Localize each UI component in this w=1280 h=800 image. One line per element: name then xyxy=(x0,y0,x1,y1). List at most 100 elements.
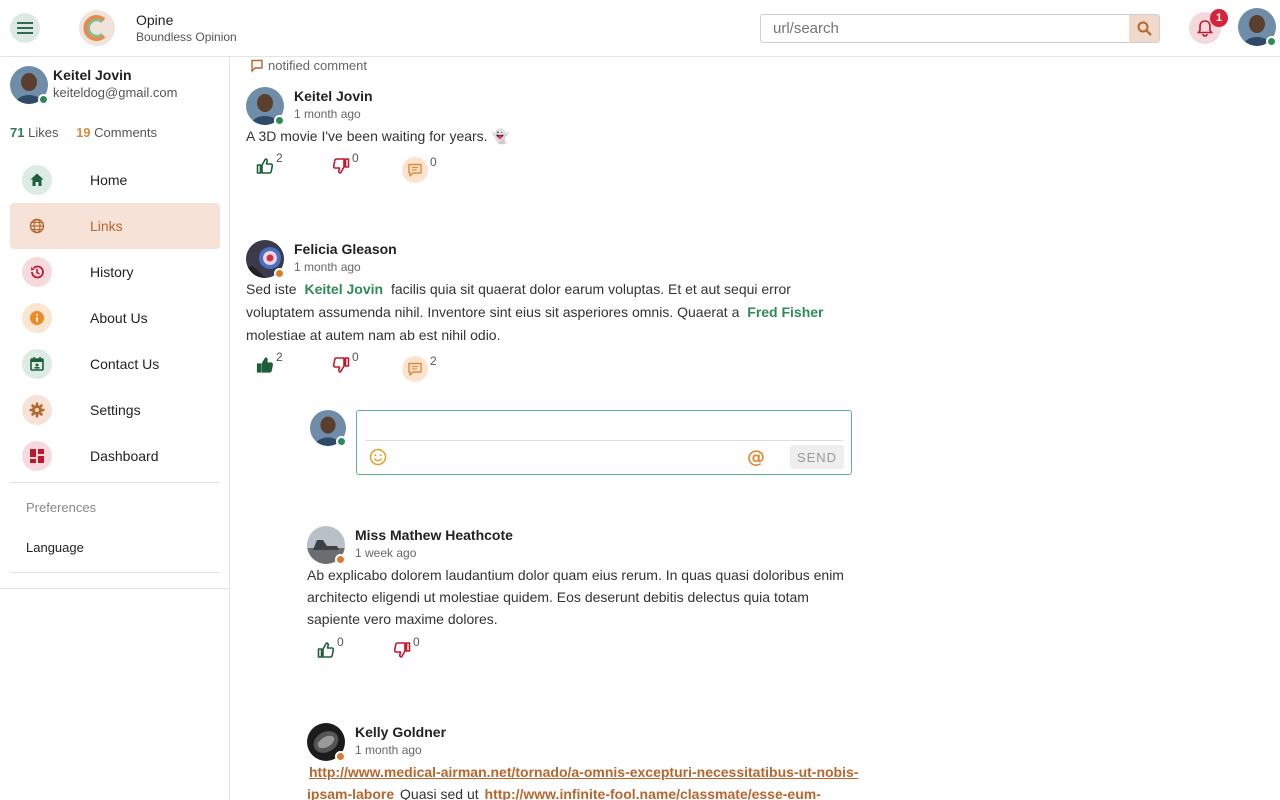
like-count: 2 xyxy=(276,350,283,364)
online-status-dot xyxy=(336,436,347,447)
author-avatar[interactable] xyxy=(307,526,346,565)
user-mention[interactable]: Keitel Jovin xyxy=(300,281,387,297)
body-text: Quasi sed ut xyxy=(400,786,479,800)
dashboard-icon xyxy=(22,441,52,471)
search-button[interactable] xyxy=(1129,15,1159,42)
thumbs-up-filled-icon xyxy=(256,357,273,373)
send-button[interactable]: SEND xyxy=(790,445,844,469)
sidebar-item-contact-us[interactable]: Contact Us xyxy=(10,341,220,387)
online-status-dot xyxy=(1266,36,1277,47)
sidebar: Keitel Jovin keiteldog@gmail.com 71 Like… xyxy=(0,57,230,800)
sidebar-item-label: Settings xyxy=(90,402,141,418)
dislike-count: 0 xyxy=(352,151,359,165)
like-count: 0 xyxy=(337,635,344,649)
online-status-dot xyxy=(38,94,49,105)
post-body: A 3D movie I've been waiting for years. … xyxy=(246,128,509,144)
thumbs-down-icon xyxy=(332,357,350,373)
comment-icon xyxy=(402,356,428,382)
post-actions: 2 0 2 xyxy=(254,350,554,386)
sidebar-item-links[interactable]: Links xyxy=(10,203,220,249)
comment-flag-icon xyxy=(251,59,263,73)
post-time: 1 week ago xyxy=(355,546,417,560)
dislike-count: 0 xyxy=(413,635,420,649)
home-icon xyxy=(22,165,52,195)
profile-avatar[interactable] xyxy=(10,66,49,105)
author-name[interactable]: Keitel Jovin xyxy=(294,88,373,104)
logo-icon xyxy=(83,15,106,41)
comment-feed: notified comment Keitel Jovin 1 month ag… xyxy=(230,57,1280,800)
reply-avatar xyxy=(310,410,347,447)
account-avatar[interactable] xyxy=(1238,8,1277,47)
sidebar-divider xyxy=(10,482,220,483)
author-name[interactable]: Felicia Gleason xyxy=(294,241,397,257)
profile-stats: 71 Likes 19 Comments xyxy=(10,125,157,140)
search-input[interactable] xyxy=(761,15,1129,42)
history-icon xyxy=(22,257,52,287)
comment-button[interactable]: 0 xyxy=(402,155,437,183)
app-logo[interactable] xyxy=(79,10,115,46)
comment-count: 0 xyxy=(430,155,437,169)
post-body: Ab explicabo dolorem laudantium dolor qu… xyxy=(307,567,844,627)
sidebar-item-about-us[interactable]: About Us xyxy=(10,295,220,341)
dislike-button[interactable]: 0 xyxy=(393,635,420,659)
user-mention[interactable]: Fred Fisher xyxy=(743,304,827,320)
thumbs-up-icon xyxy=(256,158,274,174)
thumbs-up-icon xyxy=(317,642,335,658)
at-sign-icon: @ xyxy=(747,447,765,468)
sidebar-nav: Home Links History About Us Contact Us S… xyxy=(10,157,220,479)
sidebar-divider xyxy=(10,572,220,573)
post-body: Sed iste Keitel Jovin facilis quia sit q… xyxy=(246,278,846,347)
comment-button[interactable]: 2 xyxy=(402,354,437,382)
search-bar xyxy=(760,14,1160,43)
reply-composer: @ SEND xyxy=(356,410,852,475)
comments-count: 19 xyxy=(76,125,91,140)
mention-button[interactable]: @ xyxy=(747,447,765,468)
sidebar-item-label: About Us xyxy=(90,310,148,326)
sidebar-item-home[interactable]: Home xyxy=(10,157,220,203)
sidebar-item-history[interactable]: History xyxy=(10,249,220,295)
author-name[interactable]: Kelly Goldner xyxy=(355,724,446,740)
emoji-button[interactable] xyxy=(369,448,387,471)
language-setting[interactable]: Language xyxy=(26,540,84,555)
app-name: Opine xyxy=(136,12,174,28)
post-actions: 2 0 0 xyxy=(254,151,554,187)
notice-text: notified comment xyxy=(268,58,367,73)
thumbs-down-icon xyxy=(332,158,350,174)
like-button[interactable]: 0 xyxy=(317,635,344,659)
like-count: 2 xyxy=(276,151,283,165)
app-tagline: Boundless Opinion xyxy=(136,30,237,44)
gear-icon xyxy=(22,395,52,425)
comment-icon xyxy=(402,157,428,183)
author-avatar[interactable] xyxy=(246,87,285,126)
info-icon xyxy=(22,303,52,333)
body-text: Sed iste xyxy=(246,281,297,297)
sidebar-item-dashboard[interactable]: Dashboard xyxy=(10,433,220,479)
sidebar-item-label: History xyxy=(90,264,134,280)
like-button[interactable]: 2 xyxy=(256,151,283,175)
dislike-count: 0 xyxy=(352,350,359,364)
notification-count-badge: 1 xyxy=(1210,9,1228,27)
dislike-button[interactable]: 0 xyxy=(332,151,359,175)
sidebar-item-settings[interactable]: Settings xyxy=(10,387,220,433)
comments-label: Comments xyxy=(94,125,158,140)
sidebar-divider xyxy=(0,588,229,589)
dislike-button[interactable]: 0 xyxy=(332,350,359,374)
smiley-icon xyxy=(369,448,387,466)
comment-post: Felicia Gleason 1 month ago Sed iste Kei… xyxy=(246,240,866,390)
top-bar: Opine Boundless Opinion 1 xyxy=(0,0,1280,57)
menu-button[interactable] xyxy=(10,13,40,43)
author-name[interactable]: Miss Mathew Heathcote xyxy=(355,527,513,543)
reply-input[interactable] xyxy=(365,415,843,441)
author-avatar[interactable] xyxy=(246,240,285,279)
search-icon xyxy=(1137,21,1152,36)
reply-post: Kelly Goldner 1 month ago http://www.med… xyxy=(307,723,867,800)
comment-post: Keitel Jovin 1 month ago A 3D movie I've… xyxy=(246,87,866,197)
profile-name: Keitel Jovin xyxy=(53,67,132,83)
sidebar-item-label: Dashboard xyxy=(90,448,159,464)
comment-count: 2 xyxy=(430,354,437,368)
thumbs-down-icon xyxy=(393,642,411,658)
post-time: 1 month ago xyxy=(294,260,361,274)
author-avatar[interactable] xyxy=(307,723,346,762)
like-button[interactable]: 2 xyxy=(256,350,283,374)
body-text: molestiae at autem nam ab est nihil odio… xyxy=(246,327,501,343)
